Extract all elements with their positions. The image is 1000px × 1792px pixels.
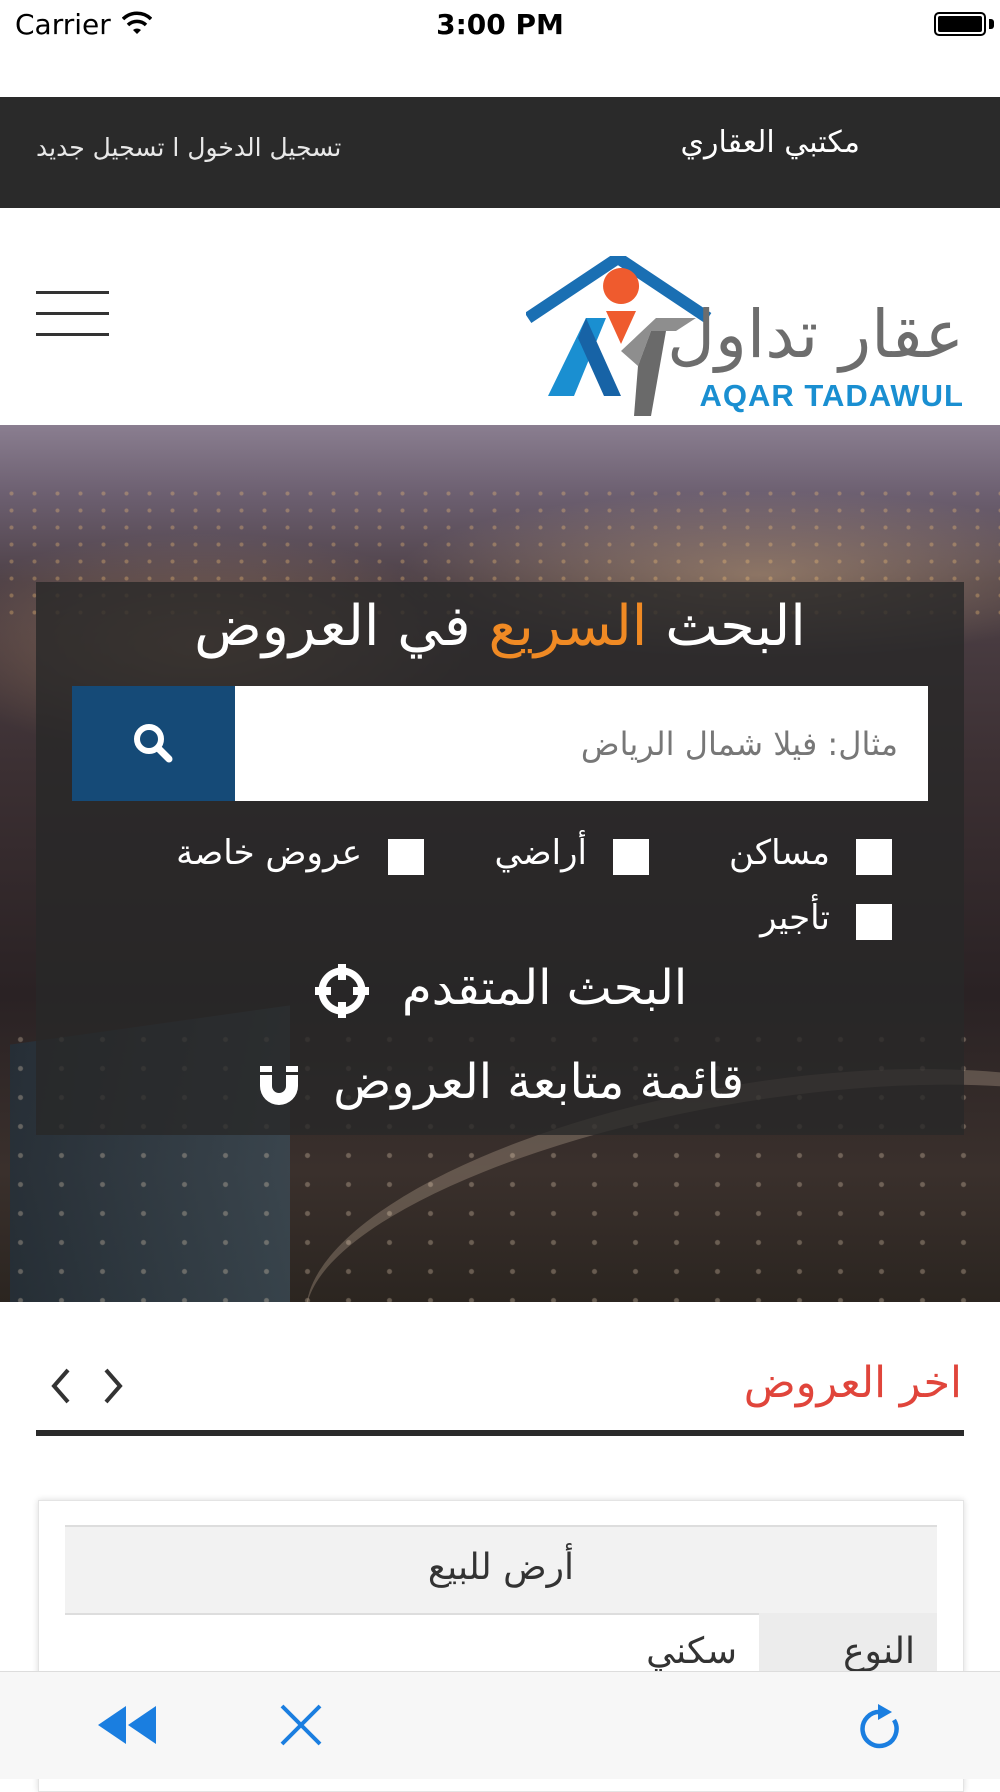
checkbox[interactable] bbox=[613, 839, 649, 875]
option-label: مساكن bbox=[729, 833, 830, 873]
rewind-icon[interactable] bbox=[96, 1702, 158, 1748]
register-link[interactable]: تسجيل جديد bbox=[36, 133, 164, 162]
search-input[interactable] bbox=[235, 686, 928, 801]
logo-english-text: AQAR TADAWUL bbox=[699, 378, 964, 413]
title-word-quick: السريع bbox=[488, 594, 648, 659]
watchlist-label: قائمة متابعة العروض bbox=[333, 1054, 745, 1110]
latest-offers-title: اخر العروض bbox=[743, 1358, 962, 1408]
option-label: عروض خاصة bbox=[176, 833, 362, 873]
chevron-left-icon[interactable] bbox=[44, 1364, 78, 1408]
option-rent[interactable]: تأجير bbox=[692, 898, 892, 942]
top-bar: مكتبي العقاري تسجيل الدخول ا تسجيل جديد bbox=[0, 97, 1000, 208]
battery-tip bbox=[989, 19, 994, 29]
hero-section: البحث السريع في العروض مساكن أراضي عروض … bbox=[0, 425, 1000, 1302]
logo-arabic-text: عقار تداول bbox=[667, 296, 964, 373]
option-lands[interactable]: أراضي bbox=[449, 833, 649, 877]
status-bar: Carrier 3:00 PM bbox=[0, 0, 1000, 50]
listing-card-header: أرض للبيع bbox=[65, 1525, 937, 1615]
option-housing[interactable]: مساكن bbox=[692, 833, 892, 877]
quick-search-panel: البحث السريع في العروض مساكن أراضي عروض … bbox=[36, 582, 964, 1135]
browser-toolbar bbox=[0, 1671, 1000, 1779]
attribute-key: النوع bbox=[843, 1631, 915, 1672]
title-word-search: البحث bbox=[665, 594, 806, 659]
checkbox[interactable] bbox=[856, 839, 892, 875]
auth-separator: ا bbox=[164, 133, 188, 162]
checkbox[interactable] bbox=[388, 839, 424, 875]
advanced-search-label: البحث المتقدم bbox=[402, 960, 688, 1016]
site-logo[interactable]: عقار تداول AQAR TADAWUL bbox=[526, 256, 966, 421]
attribute-value: سكني bbox=[646, 1631, 737, 1672]
crosshair-icon bbox=[314, 964, 369, 1018]
chevron-right-icon[interactable] bbox=[96, 1364, 130, 1408]
close-icon[interactable] bbox=[278, 1702, 324, 1748]
option-label: أراضي bbox=[494, 833, 587, 873]
checkbox[interactable] bbox=[856, 904, 892, 940]
section-divider bbox=[36, 1430, 964, 1436]
auth-links: تسجيل الدخول ا تسجيل جديد bbox=[36, 133, 341, 162]
advanced-search-link[interactable]: البحث المتقدم bbox=[36, 960, 964, 1020]
refresh-icon[interactable] bbox=[858, 1702, 904, 1752]
option-label: تأجير bbox=[760, 898, 830, 938]
search-box bbox=[72, 686, 928, 801]
search-icon bbox=[134, 724, 173, 763]
quick-search-title: البحث السريع في العروض bbox=[36, 594, 964, 659]
menu-icon[interactable] bbox=[36, 291, 109, 337]
login-link[interactable]: تسجيل الدخول bbox=[187, 133, 341, 162]
title-word-offers: في العروض bbox=[194, 594, 471, 659]
magnet-icon bbox=[259, 1066, 298, 1105]
watchlist-link[interactable]: قائمة متابعة العروض bbox=[36, 1054, 964, 1110]
header: عقار تداول AQAR TADAWUL bbox=[0, 208, 1000, 425]
option-special-offers[interactable]: عروض خاصة bbox=[164, 833, 424, 877]
battery-icon bbox=[934, 12, 986, 36]
site-title[interactable]: مكتبي العقاري bbox=[680, 125, 860, 160]
search-button[interactable] bbox=[72, 686, 235, 801]
clock: 3:00 PM bbox=[436, 8, 564, 41]
listing-title: أرض للبيع bbox=[427, 1547, 575, 1588]
